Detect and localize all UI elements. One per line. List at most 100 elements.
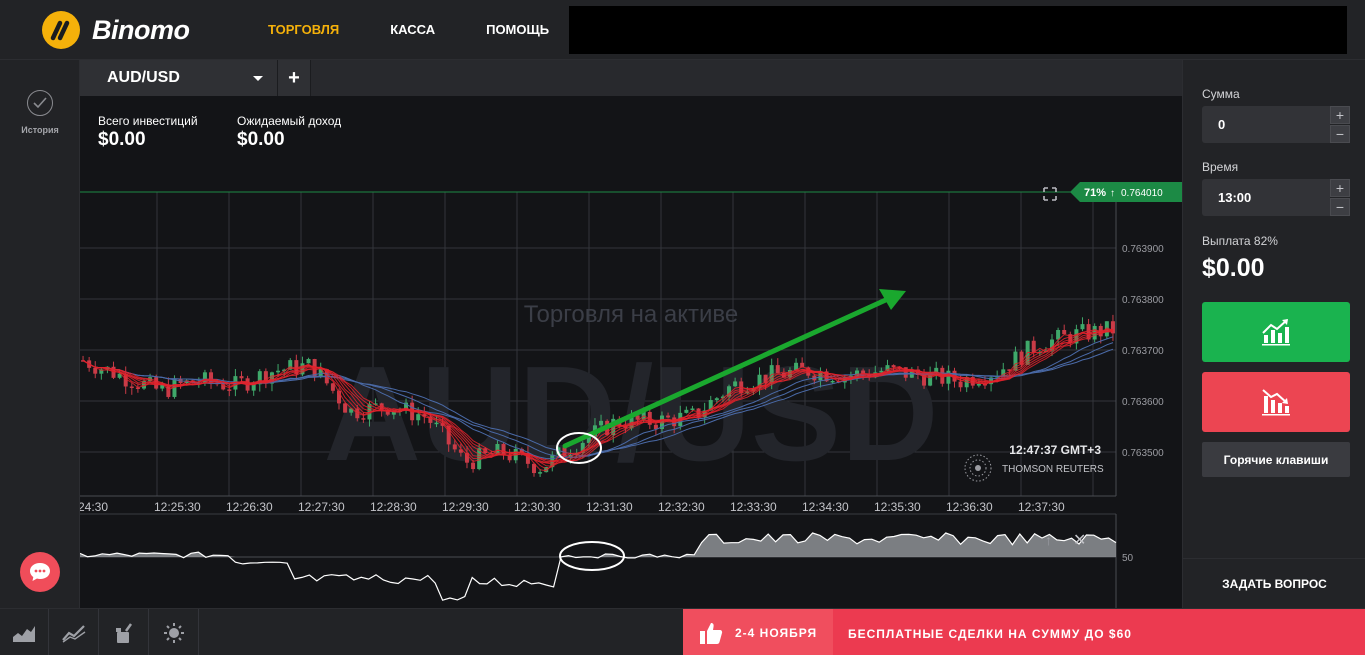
candle-body: [1080, 324, 1085, 330]
chart-type-button[interactable]: [0, 609, 49, 655]
time-tick-label: 24:30: [80, 500, 108, 514]
left-sidebar: История: [0, 60, 80, 608]
chart-watermark-title: Торговля на активе: [524, 301, 739, 328]
ask-question-button[interactable]: ЗАДАТЬ ВОПРОС: [1183, 558, 1365, 608]
candle-body: [690, 408, 695, 410]
candle-body: [666, 415, 671, 418]
binomo-logo-icon: [42, 11, 80, 49]
asset-selector-tab[interactable]: AUD/USD: [80, 60, 277, 96]
candle-body: [434, 422, 439, 425]
nav-help[interactable]: ПОМОЩЬ: [486, 22, 549, 37]
price-tick-label: 0.763700: [1122, 346, 1164, 357]
time-plus-button[interactable]: +: [1330, 179, 1350, 197]
price-tick-label: 0.763500: [1122, 448, 1164, 459]
time-input[interactable]: 13:00: [1202, 179, 1330, 216]
main-nav: ТОРГОВЛЯ КАССА ПОМОЩЬ: [268, 22, 600, 37]
drawing-tools-button[interactable]: [100, 609, 149, 655]
candle-body: [599, 420, 604, 426]
candle-body: [891, 365, 896, 368]
nav-trading[interactable]: ТОРГОВЛЯ: [268, 22, 339, 37]
time-tick-label: 12:29:30: [442, 500, 489, 514]
amount-minus-button[interactable]: −: [1330, 125, 1350, 143]
time-tick-label: 12:33:30: [730, 500, 777, 514]
candle-body: [129, 386, 134, 388]
top-header: Binomo ТОРГОВЛЯ КАССА ПОМОЩЬ: [0, 0, 1365, 60]
area-chart-icon: [13, 625, 35, 642]
chart-up-icon: [1262, 319, 1290, 346]
amount-plus-button[interactable]: +: [1330, 106, 1350, 124]
candle-body: [93, 367, 98, 374]
candle-body: [471, 462, 476, 470]
theme-button[interactable]: [150, 609, 199, 655]
nav-cashier[interactable]: КАССА: [390, 22, 435, 37]
time-tick-label: 12:26:30: [226, 500, 273, 514]
candle-body: [1056, 330, 1061, 340]
candle-body: [733, 381, 738, 387]
server-time: 12:47:37 GMT+3: [1009, 443, 1101, 457]
expand-icon[interactable]: [1043, 187, 1057, 201]
bottom-toolbar: 2-4 НОЯБРЯ БЕСПЛАТНЫЕ СДЕЛКИ НА СУММУ ДО…: [0, 608, 1365, 655]
promo-banner[interactable]: 2-4 НОЯБРЯ БЕСПЛАТНЫЕ СДЕЛКИ НА СУММУ ДО…: [683, 609, 1365, 655]
chart-down-icon: [1262, 389, 1290, 416]
hotkeys-button[interactable]: Горячие клавиши: [1202, 442, 1350, 477]
thomson-reuters-logo-icon: [964, 454, 992, 482]
thumbs-up-icon: [700, 622, 723, 644]
time-tick-label: 12:31:30: [586, 500, 633, 514]
candle-body: [343, 403, 348, 413]
price-chart[interactable]: Торговля на активе AUD/USD 0.7639000.763…: [80, 96, 1182, 608]
history-label: История: [21, 125, 59, 135]
time-minus-button[interactable]: −: [1330, 198, 1350, 216]
oscillator-close-icon[interactable]: ✕: [1073, 532, 1086, 549]
chart-area[interactable]: Всего инвестиций $0.00 Ожидаемый доход $…: [80, 96, 1182, 608]
history-button[interactable]: История: [0, 90, 80, 135]
promo-dates-block: 2-4 НОЯБРЯ: [683, 609, 833, 655]
logo[interactable]: Binomo: [42, 11, 190, 49]
chat-button[interactable]: [20, 552, 60, 592]
time-tick-label: 12:27:30: [298, 500, 345, 514]
amount-label: Сумма: [1202, 87, 1240, 101]
header-banner: [569, 6, 1347, 54]
oscillator-level: 50: [1122, 553, 1134, 564]
candle-body: [714, 398, 719, 401]
current-price-value: 0.764010: [1121, 188, 1163, 199]
candle-body: [958, 381, 963, 388]
payout-value: $0.00: [1202, 254, 1265, 282]
candle-body: [452, 444, 457, 450]
oscillator-up-icon[interactable]: ↑: [1045, 532, 1052, 548]
time-tick-label: 12:25:30: [154, 500, 201, 514]
price-axis: 0.763900 0.763800 0.763700 0.763600 0.763500: [1122, 244, 1164, 459]
amount-input[interactable]: 0: [1202, 106, 1330, 143]
brush-icon: [116, 622, 133, 643]
app-root: Binomo ТОРГОВЛЯ КАССА ПОМОЩЬ История AUD…: [0, 0, 1365, 655]
asset-tabbar: AUD/USD +: [80, 60, 1182, 96]
time-tick-label: 12:28:30: [370, 500, 417, 514]
logo-text: Binomo: [92, 14, 190, 45]
trade-panel: Сумма 0 + − Время 13:00 + − Выплата 82% …: [1182, 60, 1365, 608]
chat-bubble-icon: [30, 563, 50, 581]
data-provider: THOMSON REUTERS: [1002, 464, 1104, 475]
candle-body: [1031, 340, 1036, 353]
time-axis: 24:30 12:25:30 12:26:30 12:27:30 12:28:30 12:…: [80, 500, 1065, 514]
promo-text: БЕСПЛАТНЫЕ СДЕЛКИ НА СУММУ ДО $60: [848, 627, 1132, 641]
candle-body: [306, 359, 311, 364]
current-price-percent: 71%: [1084, 187, 1106, 199]
price-tick-label: 0.763900: [1122, 244, 1164, 255]
time-label: Время: [1202, 160, 1239, 174]
add-asset-tab-button[interactable]: +: [277, 60, 311, 96]
payout-label: Выплата 82%: [1202, 234, 1278, 248]
time-tick-label: 12:30:30: [514, 500, 561, 514]
candle-body: [361, 418, 366, 420]
buy-up-button[interactable]: [1202, 302, 1350, 362]
candle-body: [1062, 330, 1067, 335]
indicators-button[interactable]: [50, 609, 99, 655]
buy-down-button[interactable]: [1202, 372, 1350, 432]
time-tick-label: 12:37:30: [1018, 500, 1065, 514]
candle-body: [239, 376, 244, 379]
candle-body: [775, 365, 780, 373]
time-tick-label: 12:35:30: [874, 500, 921, 514]
trend-chart-icon: [62, 624, 86, 643]
sun-icon: [164, 622, 184, 643]
time-tick-label: 12:34:30: [802, 500, 849, 514]
time-tick-label: 12:32:30: [658, 500, 705, 514]
candle-body: [653, 424, 658, 429]
